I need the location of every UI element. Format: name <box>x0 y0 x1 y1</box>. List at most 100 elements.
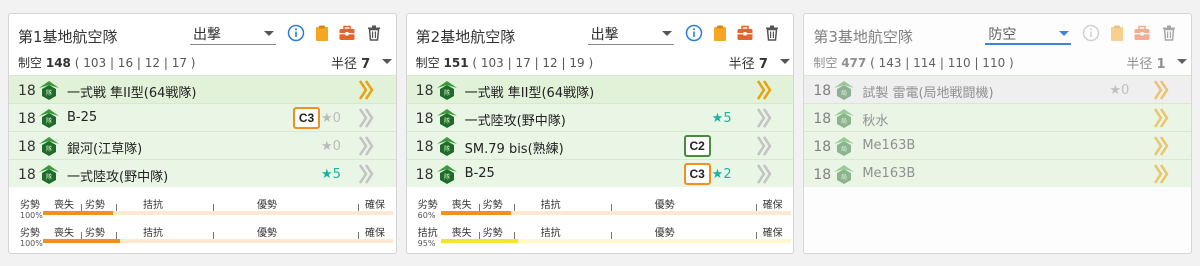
squadron-name: 一式陸攻(野中隊) <box>464 114 566 129</box>
squadron-count: 18 <box>18 139 36 155</box>
proficiency-badge: C2 <box>683 135 711 157</box>
squadron-row[interactable]: 18 隊 一式陸攻(野中隊) ★5 <box>9 159 396 187</box>
svg-text:隊: 隊 <box>444 89 450 97</box>
svg-text:隊: 隊 <box>46 173 52 181</box>
double-chevron-right-icon[interactable] <box>357 79 375 101</box>
scale-superior: 優勢 <box>257 228 277 239</box>
double-chevron-right-icon[interactable] <box>755 163 773 185</box>
radius-label: 半径 <box>331 57 358 72</box>
squadron-row[interactable]: 18 局 秋水 <box>804 103 1192 131</box>
fighter-plane-icon: 隊 <box>39 81 59 100</box>
air-state-label: 劣勢 <box>417 200 438 211</box>
svg-text:隊: 隊 <box>46 145 52 153</box>
trash-icon[interactable] <box>763 24 781 42</box>
squadron-row[interactable]: 18 隊 SM.79 bis(熟練) C2 <box>406 131 794 159</box>
scale-loss: 喪失 <box>54 228 74 239</box>
squadron-row[interactable]: 18 隊 一式陸攻(野中隊) ★5 <box>406 103 794 131</box>
squadron-row[interactable]: 18 隊 B-25 C3 ★0 <box>9 103 396 131</box>
double-chevron-right-icon[interactable] <box>755 79 773 101</box>
squadron-row[interactable]: 18 隊 銀河(江草隊) ★0 <box>9 131 396 159</box>
air-corps-panel-2: 第2基地航空隊 出撃 制空 151 ( 103 | 17 | 12 | 19 )… <box>405 13 796 254</box>
squadron-count: 18 <box>813 139 832 155</box>
double-chevron-right-icon[interactable] <box>1152 135 1170 157</box>
panel-header: 第2基地航空隊 出撃 <box>407 14 794 50</box>
squadron-count: 18 <box>813 111 832 127</box>
air-power-summary: 制空 477 ( 143 | 114 | 110 | 110 ) <box>813 54 1013 71</box>
fighter-plane-icon: 隊 <box>39 109 59 128</box>
trash-icon[interactable] <box>1160 24 1178 42</box>
squadron-name: 一式戦 隼II型(64戦隊) <box>464 86 595 101</box>
chevron-down-icon <box>779 59 790 64</box>
squadron-row[interactable]: 18 隊 B-25 C3 ★2 <box>406 159 794 187</box>
double-chevron-right-icon[interactable] <box>755 135 773 157</box>
info-circle-icon[interactable] <box>685 24 703 42</box>
squadron-row[interactable]: 18 隊 一式戦 隼II型(64戦隊) <box>406 75 794 103</box>
clipboard-icon[interactable] <box>313 24 331 42</box>
air-state-track <box>43 211 393 215</box>
air-corps-panel-1: 第1基地航空隊 出撃 制空 148 ( 103 | 16 | 12 | 17 )… <box>8 13 397 254</box>
double-chevron-right-icon[interactable] <box>357 107 375 129</box>
scale-superior: 優勢 <box>654 200 675 211</box>
radius-label: 半径 <box>728 57 755 72</box>
squadron-row[interactable]: 18 局 試製 雷電(局地戦闘機) ★0 <box>804 75 1192 103</box>
fighter-plane-icon: 隊 <box>39 165 59 184</box>
air-corps-panel-3: 第3基地航空隊 防空 制空 477 ( 143 | 114 | 110 | 11… <box>803 13 1193 254</box>
air-state-label: 劣勢 <box>20 200 40 211</box>
squadron-count: 18 <box>415 167 434 183</box>
radius-select[interactable]: 半径 7 <box>331 53 392 72</box>
air-state-fill <box>43 239 120 243</box>
proficiency-badge: C3 <box>293 107 320 129</box>
toolbox-icon[interactable] <box>736 24 754 42</box>
squadron-count: 18 <box>813 167 832 183</box>
air-power-label: 制空 <box>415 56 440 70</box>
radius-select[interactable]: 半径 1 <box>1126 53 1188 72</box>
squadron-row[interactable]: 18 局 Me163B <box>804 131 1192 159</box>
improvement-star-icon: ★0 <box>1109 83 1130 98</box>
fighter-plane-icon: 隊 <box>436 137 457 156</box>
squadron-count: 18 <box>415 139 434 155</box>
fighter-plane-icon: 隊 <box>436 109 457 128</box>
air-state-bar: 劣勢 100% 喪失 劣勢 拮抗 優勢 確保 <box>9 219 398 248</box>
improvement-value: 5 <box>723 111 732 126</box>
mode-select-value: 出撃 <box>193 27 221 43</box>
improvement-value: 5 <box>332 167 341 182</box>
air-state-bar: 劣勢 60% 喪失 劣勢 拮抗 優勢 確保 <box>407 191 796 220</box>
double-chevron-right-icon[interactable] <box>1152 163 1170 185</box>
chevron-down-icon <box>264 31 274 36</box>
svg-text:隊: 隊 <box>46 117 52 125</box>
svg-text:局: 局 <box>841 118 847 125</box>
squadron-name: 一式戦 隼II型(64戦隊) <box>67 86 197 101</box>
double-chevron-right-icon[interactable] <box>357 163 375 185</box>
double-chevron-right-icon[interactable] <box>357 135 375 157</box>
double-chevron-right-icon[interactable] <box>1152 79 1170 101</box>
squadron-name: B-25 <box>67 110 98 125</box>
mode-select[interactable]: 防空 <box>985 22 1072 45</box>
air-power-detail: ( 103 | 17 | 12 | 19 ) <box>472 56 594 70</box>
radius-select[interactable]: 半径 7 <box>728 53 790 72</box>
air-state-bar: 劣勢 100% 喪失 劣勢 拮抗 優勢 確保 <box>9 191 398 220</box>
fighter-plane-icon: 局 <box>834 137 855 156</box>
squadron-count: 18 <box>18 83 36 99</box>
mode-select[interactable]: 出撃 <box>190 22 276 45</box>
air-power-value: 148 <box>45 56 71 70</box>
scale-loss: 喪失 <box>54 200 74 211</box>
double-chevron-right-icon[interactable] <box>1152 107 1170 129</box>
squadron-count: 18 <box>415 83 434 99</box>
toolbox-icon[interactable] <box>1133 24 1151 42</box>
clipboard-icon[interactable] <box>1108 24 1126 42</box>
info-circle-icon[interactable] <box>287 24 305 42</box>
double-chevron-right-icon[interactable] <box>755 107 773 129</box>
clipboard-icon[interactable] <box>711 24 729 42</box>
scale-parity: 拮抗 <box>143 228 163 239</box>
radius-value: 7 <box>361 57 371 72</box>
toolbox-icon[interactable] <box>338 24 356 42</box>
air-state-percent: 100% <box>20 239 43 248</box>
improvement-value: 0 <box>332 111 341 126</box>
trash-icon[interactable] <box>365 24 383 42</box>
squadron-row[interactable]: 18 局 Me163B <box>804 159 1192 187</box>
mode-select[interactable]: 出撃 <box>587 22 674 45</box>
info-circle-icon[interactable] <box>1082 24 1100 42</box>
squadron-row[interactable]: 18 隊 一式戦 隼II型(64戦隊) <box>9 75 396 103</box>
squadron-count: 18 <box>415 111 434 127</box>
air-state-scale: 喪失 劣勢 拮抗 優勢 確保 <box>47 196 393 212</box>
